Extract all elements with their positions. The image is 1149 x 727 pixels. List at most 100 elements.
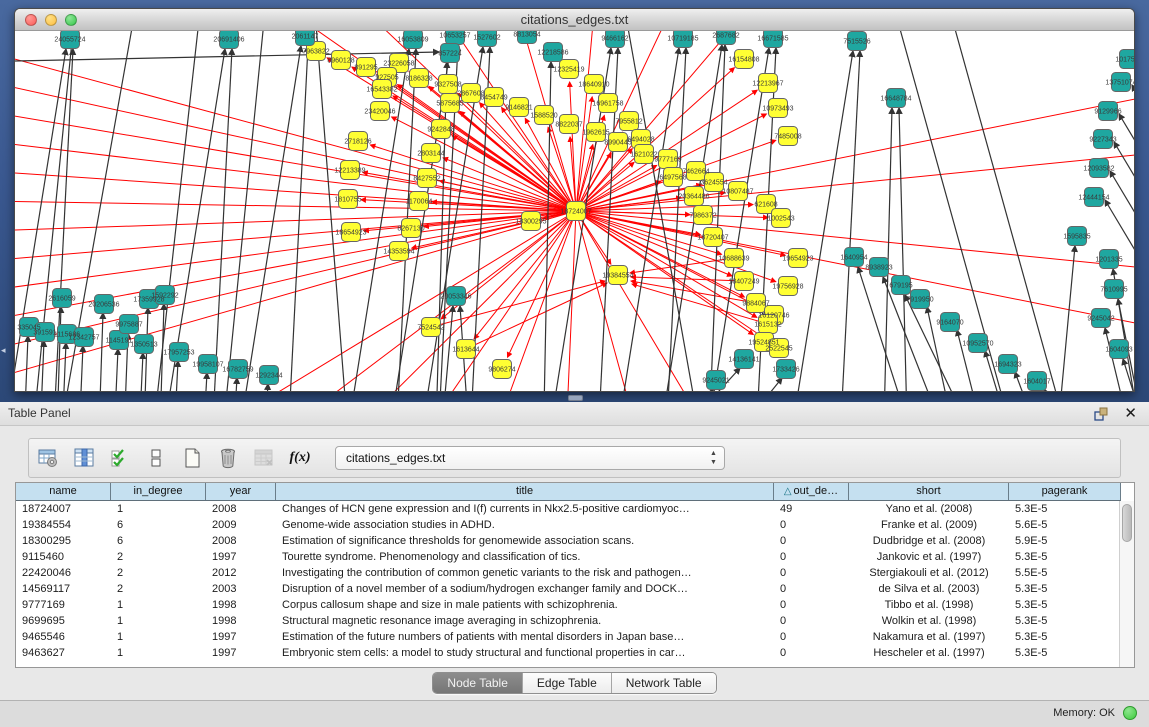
table-cell[interactable]: Tourette syndrome. Phenomenology and cla… — [276, 549, 774, 565]
table-cell[interactable]: Dudbridge et al. (2008) — [849, 533, 1009, 549]
table-cell[interactable]: 0 — [774, 645, 849, 661]
table-cell[interactable]: 5.6E-5 — [1009, 517, 1121, 533]
table-vertical-scrollbar[interactable] — [1119, 501, 1134, 667]
table-cell[interactable]: Tibbo et al. (1998) — [849, 597, 1009, 613]
table-cell[interactable]: 0 — [774, 533, 849, 549]
column-header-in-degree[interactable]: in_degree — [111, 483, 206, 500]
table-cell[interactable]: 1 — [111, 597, 206, 613]
column-header-name[interactable]: name — [16, 483, 111, 500]
show-columns-button[interactable] — [71, 445, 97, 471]
table-cell[interactable]: 5.5E-5 — [1009, 565, 1121, 581]
table-cell[interactable]: 5.3E-5 — [1009, 581, 1121, 597]
graph-edge[interactable] — [466, 283, 607, 349]
table-cell[interactable]: 1998 — [206, 613, 276, 629]
table-cell[interactable]: 1997 — [206, 549, 276, 565]
delete-table-button[interactable] — [251, 445, 277, 471]
table-cell[interactable]: Stergiakouli et al. (2012) — [849, 565, 1009, 581]
table-cell[interactable]: 22420046 — [16, 565, 111, 581]
west-panel-collapse-arrow-icon[interactable]: ◂ — [1, 346, 6, 355]
table-cell[interactable]: 2003 — [206, 581, 276, 597]
table-cell[interactable]: 18724007 — [16, 501, 111, 517]
table-cell[interactable]: Corpus callosum shape and size in male p… — [276, 597, 774, 613]
table-cell[interactable]: 49 — [774, 501, 849, 517]
table-cell[interactable]: 2009 — [206, 517, 276, 533]
graph-edge[interactable] — [113, 349, 118, 391]
table-cell[interactable]: 5.3E-5 — [1009, 645, 1121, 661]
table-cell[interactable]: 5.9E-5 — [1009, 533, 1121, 549]
citation-graph[interactable]: 1872400779638228960128891295232260589275… — [15, 31, 1134, 391]
close-panel-icon[interactable]: ✕ — [1124, 404, 1137, 422]
table-cell[interactable]: 1 — [111, 613, 206, 629]
table-row[interactable]: 1830029562008Estimation of significance … — [16, 533, 1121, 549]
float-window-icon[interactable] — [1093, 406, 1109, 422]
graph-edge[interactable] — [287, 46, 308, 391]
graph-edge[interactable] — [211, 49, 232, 391]
graph-edge[interactable] — [675, 389, 713, 391]
graph-edge[interactable] — [23, 336, 28, 391]
memory-status-indicator-icon[interactable] — [1123, 706, 1137, 720]
table-cell[interactable]: 9463627 — [16, 645, 111, 661]
graph-edge[interactable] — [78, 346, 83, 391]
table-cell[interactable]: 1 — [111, 629, 206, 645]
graph-edge[interactable] — [1055, 246, 1075, 391]
table-cell[interactable]: 1 — [111, 645, 206, 661]
graph-edge[interactable] — [98, 313, 103, 391]
graph-edge[interactable] — [232, 378, 237, 391]
graph-edge[interactable] — [263, 384, 268, 391]
table-row[interactable]: 946362711997Embryonic stem cells: a mode… — [16, 645, 1121, 661]
graph-edge[interactable] — [315, 31, 350, 391]
table-cell[interactable]: 1 — [111, 501, 206, 517]
table-cell[interactable]: Estimation of significance thresholds fo… — [276, 533, 774, 549]
tab-edge-table[interactable]: Edge Table — [523, 673, 612, 693]
table-cell[interactable]: 1997 — [206, 645, 276, 661]
table-cell[interactable]: Disruption of a novel member of a sodium… — [276, 581, 774, 597]
table-cell[interactable]: 18300295 — [16, 533, 111, 549]
table-cell[interactable]: Yano et al. (2008) — [849, 501, 1009, 517]
table-cell[interactable]: 5.3E-5 — [1009, 613, 1121, 629]
table-select-dropdown[interactable]: citations_edges.txt ▲▼ — [335, 446, 725, 470]
table-cell[interactable]: 2 — [111, 565, 206, 581]
table-cell[interactable]: 1997 — [206, 629, 276, 645]
table-cell[interactable]: Genome-wide association studies in ADHD. — [276, 517, 774, 533]
table-cell[interactable]: 5.3E-5 — [1009, 549, 1121, 565]
table-cell[interactable]: 2 — [111, 549, 206, 565]
network-canvas[interactable]: 1872400779638228960128891295232260589275… — [15, 31, 1134, 391]
table-cell[interactable]: 2008 — [206, 501, 276, 517]
panel-splitter-handle[interactable] — [568, 395, 583, 401]
column-header-pagerank[interactable]: pagerank — [1009, 483, 1121, 500]
graph-edge[interactable] — [235, 46, 301, 391]
delete-button[interactable] — [215, 445, 241, 471]
table-cell[interactable]: Structural magnetic resonance image aver… — [276, 613, 774, 629]
table-cell[interactable]: 9465546 — [16, 629, 111, 645]
clear-selection-button[interactable] — [143, 445, 169, 471]
tab-node-table[interactable]: Node Table — [433, 673, 523, 693]
window-titlebar[interactable]: citations_edges.txt — [15, 9, 1134, 31]
table-cell[interactable]: 2012 — [206, 565, 276, 581]
table-cell[interactable]: 2 — [111, 581, 206, 597]
table-row[interactable]: 977716911998Corpus callosum shape and si… — [16, 597, 1121, 613]
scrollbar-thumb[interactable] — [1122, 504, 1132, 542]
network-window[interactable]: citations_edges.txt 18724007796382289601… — [14, 8, 1135, 392]
table-cell[interactable]: 2008 — [206, 533, 276, 549]
table-cell[interactable]: 0 — [774, 549, 849, 565]
graph-edge[interactable] — [899, 108, 908, 391]
table-cell[interactable]: 0 — [774, 613, 849, 629]
table-row[interactable]: 1938455462009Genome-wide association stu… — [16, 517, 1121, 533]
graph-edge[interactable] — [1110, 171, 1134, 253]
column-header-short[interactable]: short — [849, 483, 1009, 500]
table-cell[interactable]: 0 — [774, 565, 849, 581]
table-cell[interactable]: Jankovic et al. (1997) — [849, 549, 1009, 565]
tab-network-table[interactable]: Network Table — [612, 673, 716, 693]
table-cell[interactable]: Hescheler et al. (1997) — [849, 645, 1009, 661]
graph-edge[interactable] — [1105, 200, 1134, 282]
graph-edge[interactable] — [839, 51, 860, 391]
table-cell[interactable]: Changes of HCN gene expression and I(f) … — [276, 501, 774, 517]
table-cell[interactable]: Franke et al. (2009) — [849, 517, 1009, 533]
table-cell[interactable]: 9777169 — [16, 597, 111, 613]
table-cell[interactable]: Embryonic stem cells: a model to study s… — [276, 645, 774, 661]
table-cell[interactable]: 0 — [774, 597, 849, 613]
graph-edge[interactable] — [631, 277, 744, 281]
table-cell[interactable]: 0 — [774, 517, 849, 533]
table-row[interactable]: 946554611997Estimation of the future num… — [16, 629, 1121, 645]
graph-edge[interactable] — [895, 31, 1020, 391]
